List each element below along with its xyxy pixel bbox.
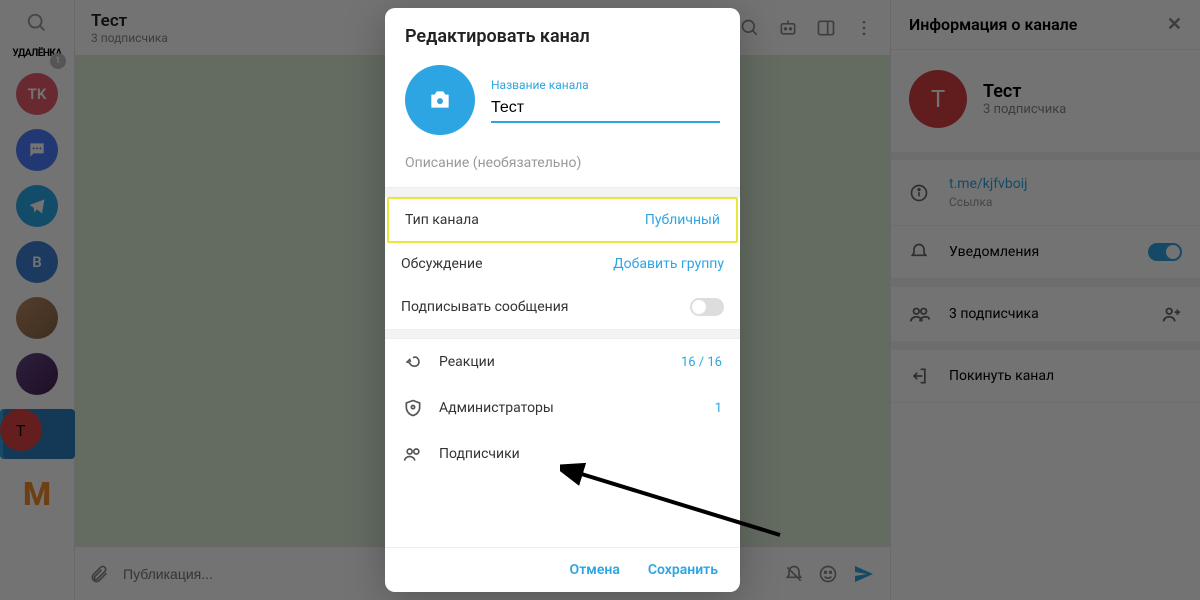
reactions-count: 16 / 16 xyxy=(681,355,722,370)
name-field-label: Название канала xyxy=(491,78,720,92)
save-button[interactable]: Сохранить xyxy=(648,562,718,578)
admins-count: 1 xyxy=(715,401,722,416)
channel-type-value: Публичный xyxy=(645,212,720,228)
admins-row[interactable]: Администраторы 1 xyxy=(385,385,740,431)
shield-icon xyxy=(403,398,423,418)
discussion-label: Обсуждение xyxy=(401,256,483,272)
sign-messages-row[interactable]: Подписывать сообщения xyxy=(385,285,740,329)
section-divider xyxy=(385,187,740,197)
name-field-input[interactable] xyxy=(491,95,720,123)
description-field[interactable]: Описание (необязательно) xyxy=(385,153,740,187)
reactions-icon xyxy=(403,352,423,372)
members-modal-label: Подписчики xyxy=(439,446,520,462)
section-divider xyxy=(385,329,740,339)
members-icon xyxy=(403,444,423,464)
discussion-row[interactable]: Обсуждение Добавить группу xyxy=(385,243,740,285)
sign-messages-label: Подписывать сообщения xyxy=(401,299,568,315)
edit-channel-modal: Редактировать канал Название канала Опис… xyxy=(385,8,740,592)
discussion-action: Добавить группу xyxy=(613,256,724,272)
channel-type-label: Тип канала xyxy=(405,212,479,228)
reactions-label: Реакции xyxy=(439,354,495,370)
channel-type-row[interactable]: Тип канала Публичный xyxy=(387,197,738,243)
channel-photo-button[interactable] xyxy=(405,65,475,135)
sign-messages-toggle[interactable] xyxy=(690,298,724,316)
reactions-row[interactable]: Реакции 16 / 16 xyxy=(385,339,740,385)
cancel-button[interactable]: Отмена xyxy=(570,562,620,578)
modal-title: Редактировать канал xyxy=(385,8,740,51)
members-modal-row[interactable]: Подписчики xyxy=(385,431,740,477)
admins-label: Администраторы xyxy=(439,400,554,416)
